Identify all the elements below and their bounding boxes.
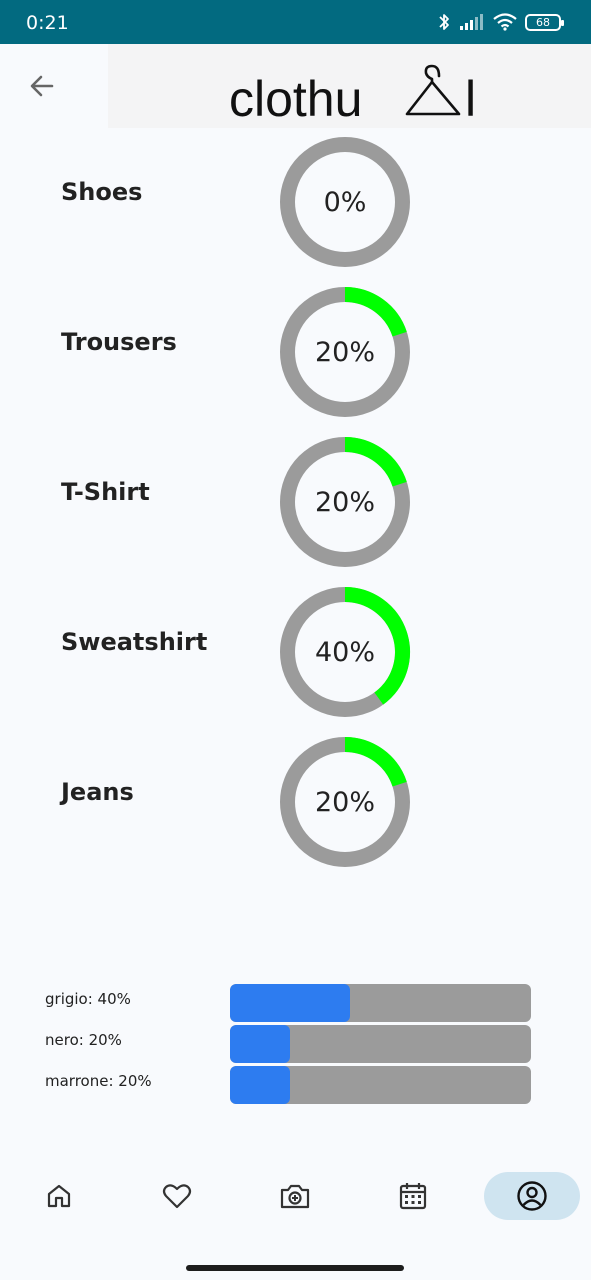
color-row-grigio: grigio: 40% xyxy=(0,980,591,1022)
status-bar: 0:21 68 xyxy=(0,0,591,44)
ring-percent: 40% xyxy=(314,636,375,668)
status-time: 0:21 xyxy=(26,12,69,34)
color-label: nero: 20% xyxy=(45,1031,122,1049)
bar-fill xyxy=(230,984,351,1022)
category-row-tshirt: T-Shirt 20% xyxy=(0,428,591,578)
camera-plus-icon xyxy=(280,1184,310,1209)
bottom-nav xyxy=(0,1160,591,1256)
heart-icon xyxy=(162,1184,192,1209)
status-icons: 68 xyxy=(437,11,564,33)
nav-favorites-button[interactable] xyxy=(129,1172,225,1220)
logo-text: clothu xyxy=(229,71,362,122)
wifi-icon xyxy=(493,13,517,31)
category-row-sweatshirt: Sweatshirt 40% xyxy=(0,578,591,728)
back-button[interactable] xyxy=(18,62,66,110)
category-row-trousers: Trousers 20% xyxy=(0,278,591,428)
ring-percent: 0% xyxy=(323,186,367,218)
clothual-logo: clothu l xyxy=(229,64,476,122)
category-label: T-Shirt xyxy=(61,478,150,506)
arrow-left-icon xyxy=(30,75,54,97)
nav-profile-button[interactable] xyxy=(484,1172,580,1220)
bar-track xyxy=(230,984,531,1022)
nav-add-photo-button[interactable] xyxy=(247,1172,343,1220)
hanger-icon xyxy=(405,64,461,116)
color-row-marrone: marrone: 20% xyxy=(0,1062,591,1104)
account-circle-icon xyxy=(517,1181,547,1211)
home-indicator xyxy=(186,1265,404,1271)
category-label: Sweatshirt xyxy=(61,628,208,656)
ring-percent: 20% xyxy=(314,786,375,818)
nav-home-button[interactable] xyxy=(11,1172,107,1220)
logo-suffix: l xyxy=(465,71,476,122)
home-icon xyxy=(47,1184,71,1208)
bluetooth-icon xyxy=(439,14,449,30)
bar-track xyxy=(230,1025,531,1063)
ring-percent: 20% xyxy=(314,486,375,518)
color-label: marrone: 20% xyxy=(45,1072,152,1090)
color-label: grigio: 40% xyxy=(45,990,131,1008)
color-row-nero: nero: 20% xyxy=(0,1021,591,1063)
ring-percent: 20% xyxy=(314,336,375,368)
battery-level: 68 xyxy=(536,15,550,29)
category-label: Jeans xyxy=(61,778,134,806)
bar-fill xyxy=(230,1066,291,1104)
bar-track xyxy=(230,1066,531,1104)
calendar-icon xyxy=(399,1183,427,1210)
category-label: Shoes xyxy=(61,178,143,206)
nav-calendar-button[interactable] xyxy=(365,1172,461,1220)
category-row-jeans: Jeans 20% xyxy=(0,728,591,878)
category-label: Trousers xyxy=(61,328,177,356)
bar-fill xyxy=(230,1025,291,1063)
signal-icon xyxy=(460,14,483,30)
category-row-shoes: Shoes 0% xyxy=(0,128,591,278)
battery-icon: 68 xyxy=(525,13,564,31)
